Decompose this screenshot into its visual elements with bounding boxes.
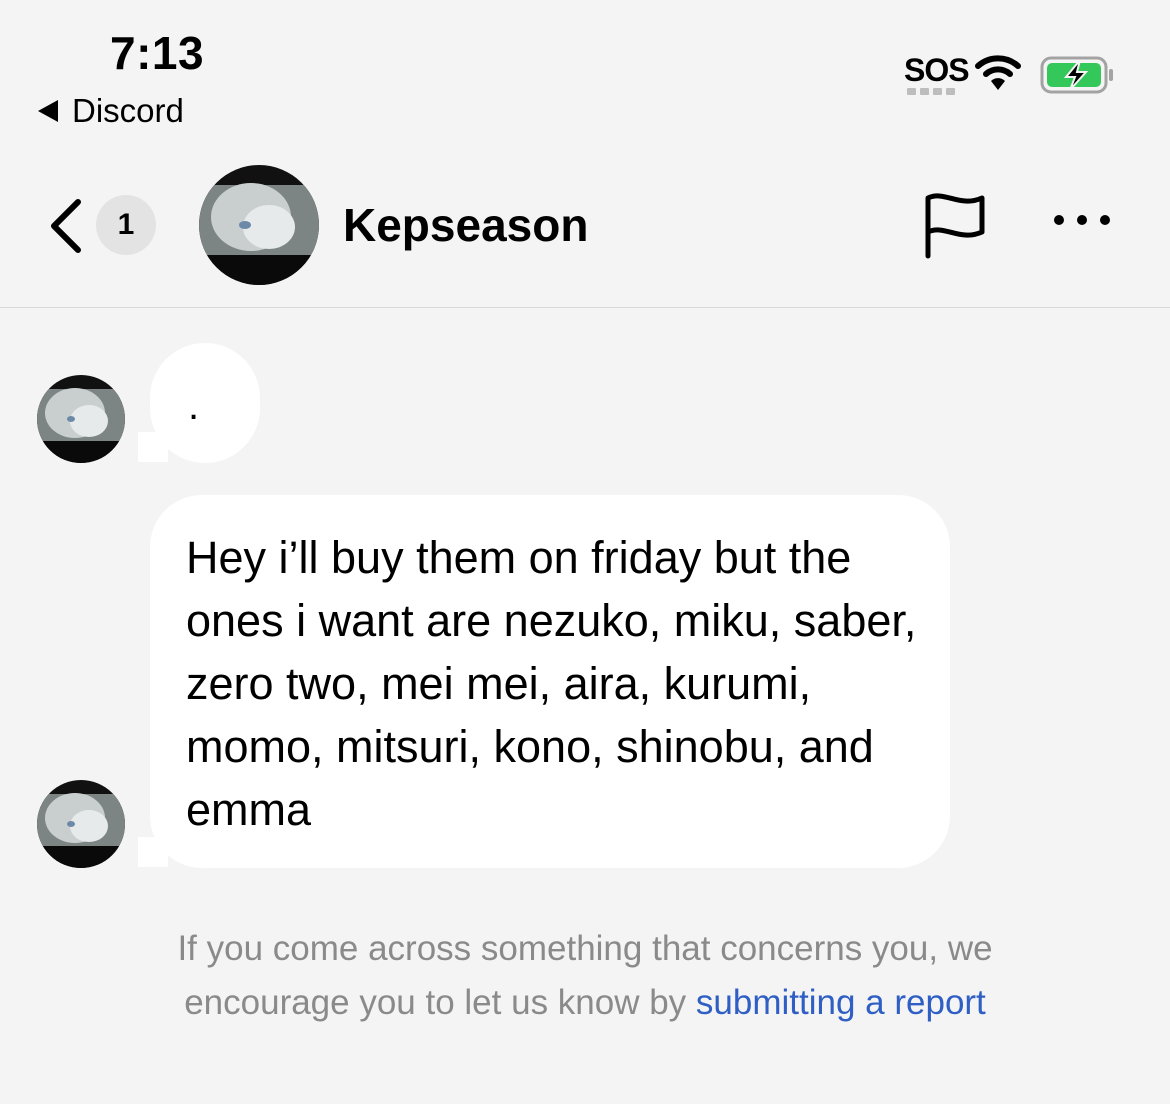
avatar[interactable] (37, 375, 125, 463)
message-text: . (188, 384, 200, 428)
wifi-icon (975, 55, 1021, 90)
chat-screen: 7:13 Discord SOS 1 Kepseason . Hey i’ll … (0, 0, 1170, 1104)
battery-charging-icon (1040, 56, 1113, 94)
chat-username[interactable]: Kepseason (343, 198, 588, 252)
flag-icon[interactable] (920, 192, 988, 260)
message-bubble[interactable] (150, 343, 260, 463)
back-app-label: Discord (72, 92, 184, 129)
back-to-app-button[interactable]: Discord (38, 92, 184, 130)
back-triangle-icon (38, 100, 58, 122)
chevron-left-icon[interactable] (46, 198, 86, 254)
avatar[interactable] (37, 780, 125, 868)
submit-report-link[interactable]: submitting a report (696, 983, 986, 1022)
status-time: 7:13 (110, 27, 205, 79)
unread-count-badge: 1 (96, 195, 156, 255)
more-icon[interactable] (1054, 215, 1110, 225)
message-text: Hey i’ll buy them on friday but the ones… (186, 532, 917, 835)
chat-header: 1 Kepseason (0, 140, 1170, 308)
avatar[interactable] (199, 165, 319, 285)
signal-dots (907, 88, 955, 95)
sos-indicator: SOS (904, 52, 970, 88)
safety-notice: If you come across something that concer… (120, 922, 1050, 1030)
